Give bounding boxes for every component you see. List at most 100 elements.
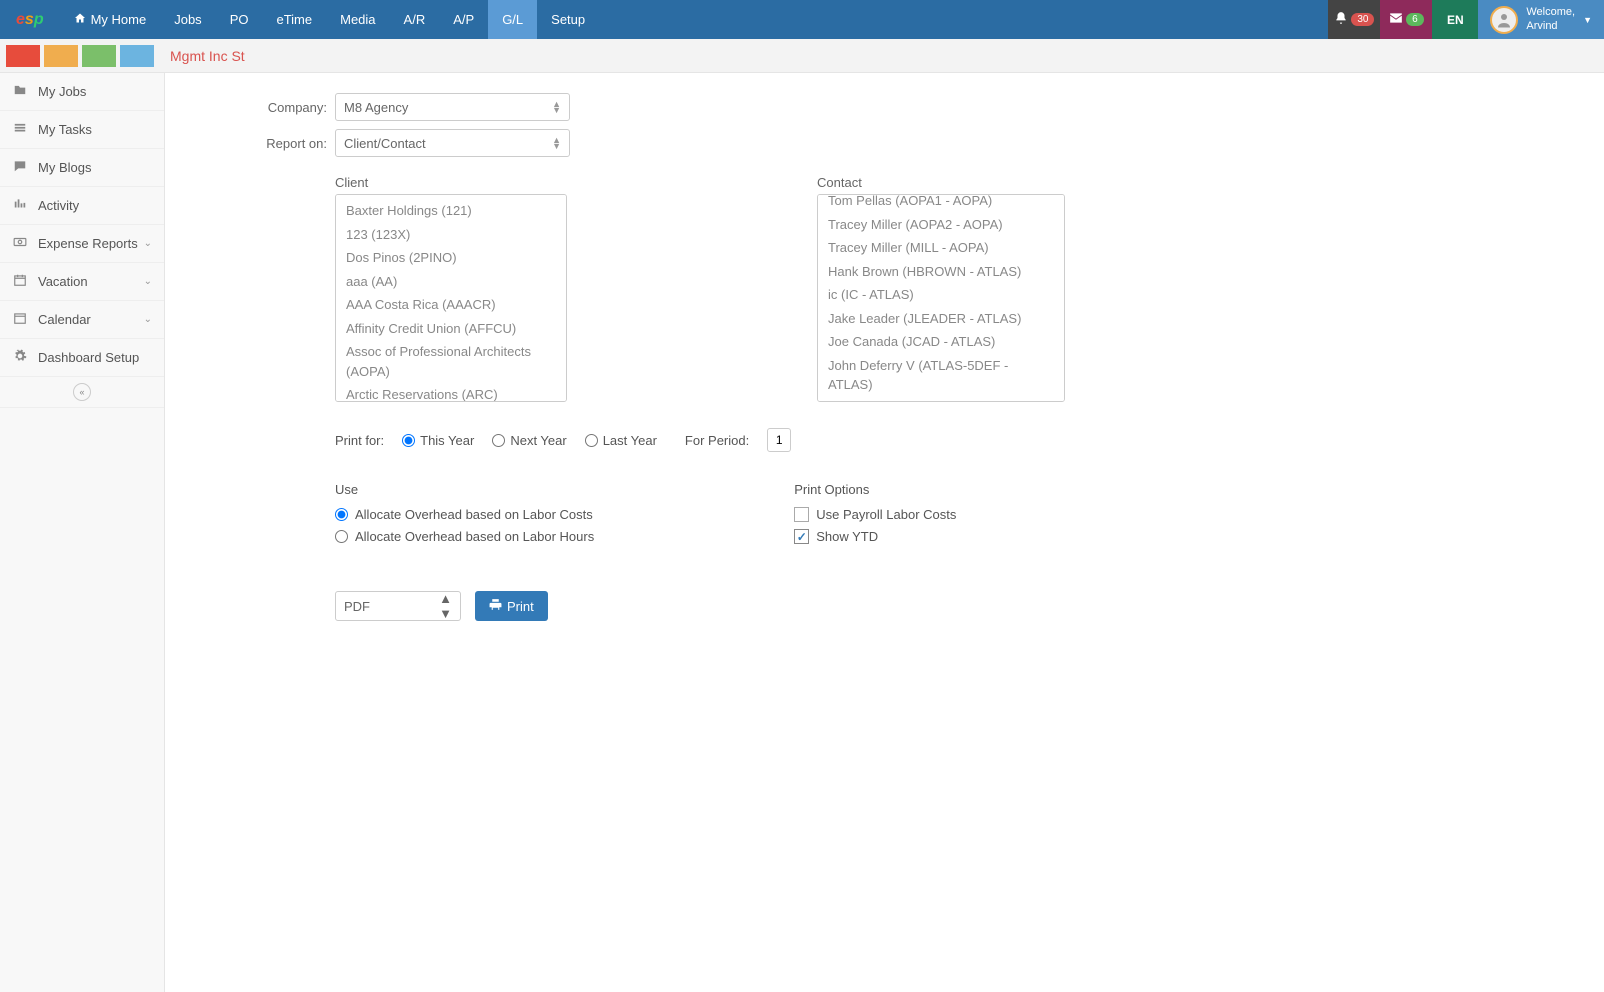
topnav: esp My HomeJobsPOeTimeMediaA/RA/PG/LSetu… bbox=[0, 0, 1604, 39]
print-button[interactable]: Print bbox=[475, 591, 548, 621]
user-menu[interactable]: Welcome, Arvind ▼ bbox=[1478, 0, 1604, 39]
caret-icon: ▲▼ bbox=[552, 137, 561, 150]
sidebar-item-activity[interactable]: Activity bbox=[0, 187, 164, 225]
nav-item-gl[interactable]: G/L bbox=[488, 0, 537, 39]
print-for-opt-label: Next Year bbox=[510, 433, 566, 448]
notif-badge: 30 bbox=[1351, 13, 1374, 26]
topright: 30 6 EN Welcome, Arvind ▼ bbox=[1328, 0, 1604, 39]
nav-item-etime[interactable]: eTime bbox=[262, 0, 326, 39]
sidebar-label: Calendar bbox=[38, 312, 91, 327]
caret-icon: ▲▼ bbox=[552, 101, 561, 114]
contact-option[interactable]: ic (IC - ATLAS) bbox=[818, 283, 1064, 307]
client-option[interactable]: Arctic Reservations (ARC) bbox=[336, 383, 566, 402]
chevron-down-icon: ⌄ bbox=[144, 276, 152, 287]
client-label: Client bbox=[335, 175, 567, 190]
nav-label: eTime bbox=[276, 12, 312, 27]
contact-option[interactable]: Penny Frank (PFRANK - ATLAS) bbox=[818, 397, 1064, 403]
show-ytd-label: Show YTD bbox=[816, 529, 878, 544]
client-option[interactable]: Dos Pinos (2PINO) bbox=[336, 246, 566, 270]
calendar2-icon bbox=[12, 311, 32, 328]
contact-option[interactable]: Hank Brown (HBROWN - ATLAS) bbox=[818, 260, 1064, 284]
sidebar: My Jobs My Tasks My Blogs Activity Expense R… bbox=[0, 73, 165, 992]
period-input[interactable] bbox=[767, 428, 791, 452]
period-label: For Period: bbox=[685, 433, 749, 448]
print-for-opt-label: This Year bbox=[420, 433, 474, 448]
sidebar-item-vacation[interactable]: Vacation ⌄ bbox=[0, 263, 164, 301]
print-for-opt-label: Last Year bbox=[603, 433, 657, 448]
notifications-button[interactable]: 30 bbox=[1328, 0, 1380, 39]
user-text: Welcome, Arvind bbox=[1526, 6, 1575, 32]
report-on-select[interactable]: Client/Contact ▲▼ bbox=[335, 129, 570, 157]
contact-option[interactable]: John Deferry V (ATLAS-5DEF - ATLAS) bbox=[818, 354, 1064, 397]
contact-option[interactable]: Tom Pellas (AOPA1 - AOPA) bbox=[818, 194, 1064, 213]
report-on-label: Report on: bbox=[205, 136, 327, 151]
nav-label: Jobs bbox=[174, 12, 201, 27]
contact-label: Contact bbox=[817, 175, 1065, 190]
contact-listbox[interactable]: Tom Pellas (AOPA1 - AOPA)Tracey Miller (… bbox=[817, 194, 1065, 402]
sidebar-label: Vacation bbox=[38, 274, 88, 289]
contact-option[interactable]: Joe Canada (JCAD - ATLAS) bbox=[818, 330, 1064, 354]
sidebar-item-my-blogs[interactable]: My Blogs bbox=[0, 149, 164, 187]
nav-label: G/L bbox=[502, 12, 523, 27]
collapse-sidebar-button[interactable]: « bbox=[0, 377, 164, 408]
contact-option[interactable]: Jake Leader (JLEADER - ATLAS) bbox=[818, 307, 1064, 331]
nav-item-po[interactable]: PO bbox=[216, 0, 263, 39]
client-option[interactable]: 123 (123X) bbox=[336, 223, 566, 247]
chevron-down-icon: ⌄ bbox=[144, 238, 152, 249]
client-option[interactable]: Assoc of Professional Architects (AOPA) bbox=[336, 340, 566, 383]
nav-label: PO bbox=[230, 12, 249, 27]
page-title: Mgmt Inc St bbox=[170, 48, 245, 64]
use-radio-1[interactable] bbox=[335, 530, 348, 543]
chevron-down-icon: ⌄ bbox=[144, 314, 152, 325]
sidebar-label: Activity bbox=[38, 198, 79, 213]
sidebar-label: My Tasks bbox=[38, 122, 92, 137]
nav-label: Media bbox=[340, 12, 375, 27]
payroll-label: Use Payroll Labor Costs bbox=[816, 507, 956, 522]
home-icon bbox=[74, 12, 86, 27]
payroll-checkbox[interactable] bbox=[794, 507, 809, 522]
nav-item-jobs[interactable]: Jobs bbox=[160, 0, 215, 39]
print-button-label: Print bbox=[507, 599, 534, 614]
nav-item-ar[interactable]: A/R bbox=[390, 0, 440, 39]
client-option[interactable]: Affinity Credit Union (AFFCU) bbox=[336, 317, 566, 341]
gear-icon bbox=[12, 349, 32, 366]
sidebar-item-dashboard-setup[interactable]: Dashboard Setup bbox=[0, 339, 164, 377]
contact-option[interactable]: Tracey Miller (MILL - AOPA) bbox=[818, 236, 1064, 260]
comment-icon bbox=[12, 159, 32, 176]
print-for-radio-0[interactable] bbox=[402, 434, 415, 447]
language-button[interactable]: EN bbox=[1432, 0, 1478, 39]
client-listbox[interactable]: Baxter Holdings (121)123 (123X)Dos Pinos… bbox=[335, 194, 567, 402]
print-icon bbox=[489, 598, 502, 614]
nav-item-ap[interactable]: A/P bbox=[439, 0, 488, 39]
nav-item-media[interactable]: Media bbox=[326, 0, 389, 39]
use-label: Use bbox=[335, 482, 594, 497]
client-option[interactable]: aaa (AA) bbox=[336, 270, 566, 294]
nav-item-myhome[interactable]: My Home bbox=[60, 0, 161, 39]
use-opt-label: Allocate Overhead based on Labor Hours bbox=[355, 529, 594, 544]
sidebar-item-expense-reports[interactable]: Expense Reports⌄ bbox=[0, 225, 164, 263]
company-label: Company: bbox=[205, 100, 327, 115]
print-for-radio-1[interactable] bbox=[492, 434, 505, 447]
report-on-value: Client/Contact bbox=[344, 136, 426, 151]
messages-button[interactable]: 6 bbox=[1380, 0, 1432, 39]
client-option[interactable]: AAA Costa Rica (AAACR) bbox=[336, 293, 566, 317]
use-radio-0[interactable] bbox=[335, 508, 348, 521]
nav-label: My Home bbox=[91, 12, 147, 27]
format-select[interactable]: PDF ▲▼ bbox=[335, 591, 461, 621]
client-option[interactable]: Baxter Holdings (121) bbox=[336, 199, 566, 223]
show-ytd-checkbox[interactable] bbox=[794, 529, 809, 544]
money-icon bbox=[12, 235, 32, 252]
contact-option[interactable]: Tracey Miller (AOPA2 - AOPA) bbox=[818, 213, 1064, 237]
sidebar-item-my-tasks[interactable]: My Tasks bbox=[0, 111, 164, 149]
print-for-label: Print for: bbox=[335, 433, 384, 448]
sidebar-item-my-jobs[interactable]: My Jobs bbox=[0, 73, 164, 111]
sidebar-label: My Jobs bbox=[38, 84, 86, 99]
nav-item-setup[interactable]: Setup bbox=[537, 0, 599, 39]
print-for-radio-2[interactable] bbox=[585, 434, 598, 447]
avatar-icon bbox=[1490, 6, 1518, 34]
sidebar-item-calendar[interactable]: Calendar ⌄ bbox=[0, 301, 164, 339]
nav-label: A/P bbox=[453, 12, 474, 27]
mail-badge: 6 bbox=[1406, 13, 1424, 26]
company-select[interactable]: M8 Agency ▲▼ bbox=[335, 93, 570, 121]
colorbar bbox=[6, 45, 154, 67]
